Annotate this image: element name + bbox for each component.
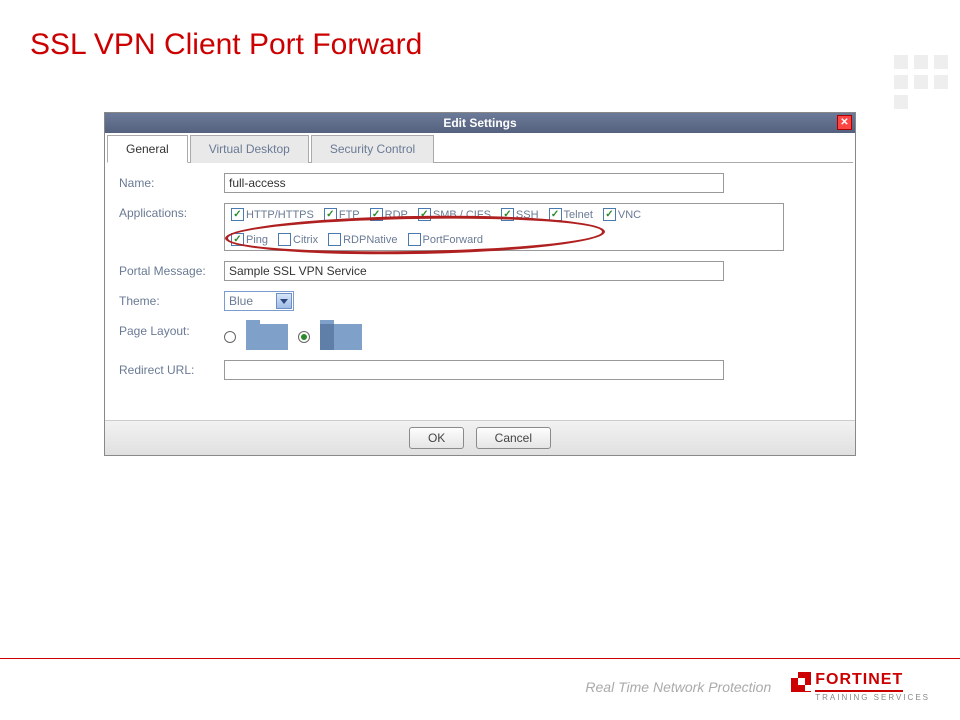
app-checkbox-portforward[interactable]: PortForward [408,233,484,246]
page-layout-options [224,321,362,350]
checkbox-icon [324,208,337,221]
corner-decoration [894,55,948,109]
dialog-body: Name: Applications: HTTP/HTTPS FTP RDP SMB … [105,163,855,420]
layout-icon-double [320,324,362,350]
checkbox-icon [328,233,341,246]
logo-text: FORTINET [815,671,903,692]
applications-label: Applications: [119,203,224,220]
app-checkbox-ping[interactable]: Ping [231,233,268,246]
checkbox-label: Citrix [293,234,318,246]
checkbox-icon [603,208,616,221]
portal-message-label: Portal Message: [119,261,224,278]
layout-radio-double[interactable] [298,331,310,343]
checkbox-label: SSH [516,209,539,221]
app-checkbox-vnc[interactable]: VNC [603,208,641,221]
checkbox-icon [501,208,514,221]
dialog-footer: OK Cancel [105,420,855,455]
logo-subtext: TRAINING SERVICES [815,693,930,702]
name-input[interactable] [224,173,724,193]
app-checkbox-smb-cifs[interactable]: SMB / CIFS [418,208,491,221]
theme-value: Blue [229,294,253,308]
checkbox-icon [231,233,244,246]
dialog-titlebar: Edit Settings ✕ [105,113,855,133]
tab-security-control[interactable]: Security Control [311,135,434,163]
layout-icon-single [246,324,288,350]
dialog-title-text: Edit Settings [443,116,516,130]
app-checkbox-rdp[interactable]: RDP [370,208,408,221]
app-checkbox-http-https[interactable]: HTTP/HTTPS [231,208,314,221]
portal-message-input[interactable] [224,261,724,281]
tab-general[interactable]: General [107,135,188,163]
checkbox-label: RDPNative [343,234,397,246]
name-label: Name: [119,173,224,190]
logo-icon [791,672,811,692]
tab-bar: General Virtual Desktop Security Control [107,135,853,163]
brand-logo: FORTINET TRAINING SERVICES [791,671,930,702]
slide-footer: Real Time Network Protection FORTINET TR… [0,658,960,702]
redirect-url-input[interactable] [224,360,724,380]
app-checkbox-ftp[interactable]: FTP [324,208,360,221]
app-checkbox-ssh[interactable]: SSH [501,208,539,221]
edit-settings-dialog: Edit Settings ✕ General Virtual Desktop … [104,112,856,456]
checkbox-label: RDP [385,209,408,221]
checkbox-icon [549,208,562,221]
checkbox-label: FTP [339,209,360,221]
theme-select[interactable]: Blue [224,291,294,311]
applications-list: HTTP/HTTPS FTP RDP SMB / CIFS SSH Telnet VNC Pi… [231,208,777,246]
checkbox-icon [408,233,421,246]
ok-button[interactable]: OK [409,427,464,449]
checkbox-label: Telnet [564,209,593,221]
tab-virtual-desktop[interactable]: Virtual Desktop [190,135,309,163]
page-layout-label: Page Layout: [119,321,224,338]
checkbox-label: SMB / CIFS [433,209,491,221]
app-checkbox-telnet[interactable]: Telnet [549,208,593,221]
tagline-text: Real Time Network Protection [585,679,771,695]
app-checkbox-rdpnative[interactable]: RDPNative [328,233,397,246]
checkbox-icon [418,208,431,221]
checkbox-icon [231,208,244,221]
cancel-button[interactable]: Cancel [476,427,551,449]
checkbox-label: VNC [618,209,641,221]
checkbox-icon [278,233,291,246]
layout-radio-single[interactable] [224,331,236,343]
checkbox-label: Ping [246,234,268,246]
checkbox-label: HTTP/HTTPS [246,209,314,221]
theme-label: Theme: [119,291,224,308]
close-icon[interactable]: ✕ [837,115,852,130]
redirect-url-label: Redirect URL: [119,360,224,377]
applications-box: HTTP/HTTPS FTP RDP SMB / CIFS SSH Telnet VNC Pi… [224,203,784,251]
slide-title: SSL VPN Client Port Forward [0,0,960,72]
checkbox-label: PortForward [423,234,484,246]
checkbox-icon [370,208,383,221]
app-checkbox-citrix[interactable]: Citrix [278,233,318,246]
